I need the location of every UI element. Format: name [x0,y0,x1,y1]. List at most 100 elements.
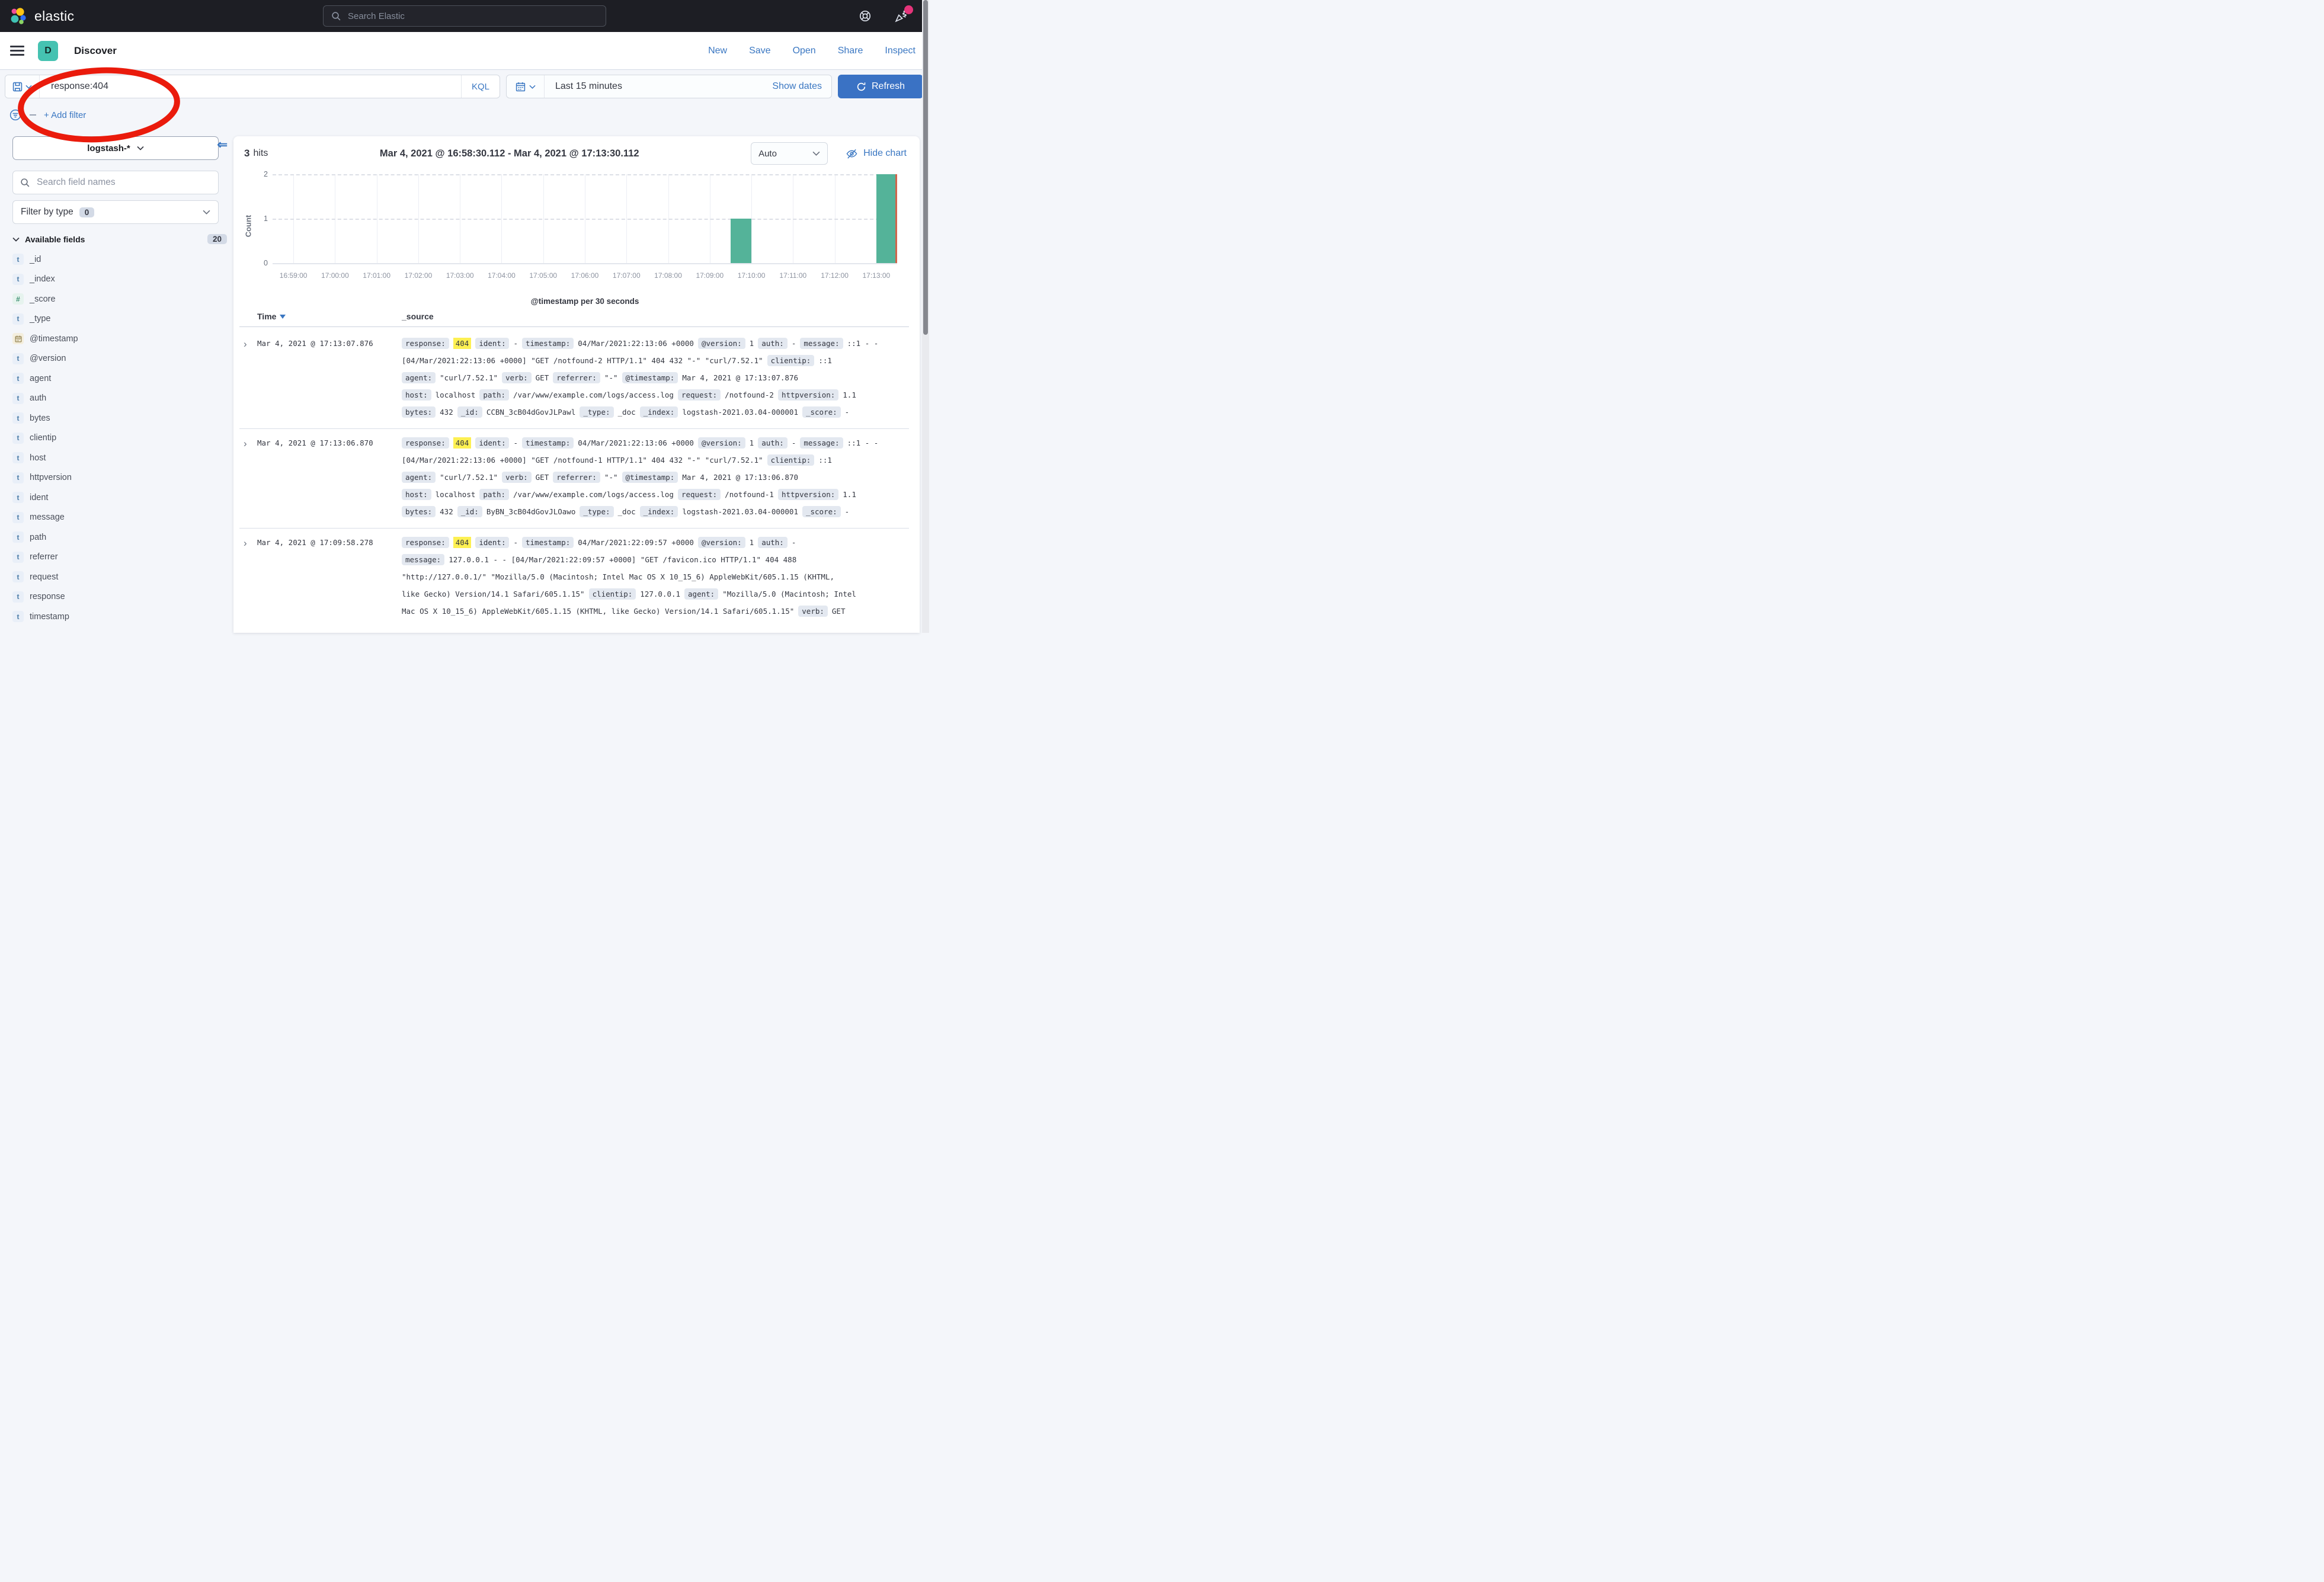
field-value: 432 [440,507,453,516]
top-navigation-bar: elastic Search Elastic [0,0,929,32]
saved-query-menu-button[interactable] [5,75,40,98]
field-badge: auth: [758,338,788,349]
field-badge: _score: [802,506,841,517]
help-icon[interactable] [859,9,872,23]
x-tick-label: 17:03:00 [446,271,474,280]
field-badge: _score: [802,406,841,418]
show-dates-button[interactable]: Show dates [772,75,831,98]
index-pattern-label: logstash-* [87,143,130,153]
field-item-response[interactable]: tresponse [12,587,233,607]
table-row: ›Mar 4, 2021 @ 17:09:58.278response:404i… [239,528,909,627]
inspect-button[interactable]: Inspect [885,46,915,56]
query-text[interactable]: response:404 [40,75,108,98]
chart-plot-area[interactable]: 012 [273,174,897,264]
source-line: bytes:432_id:ByBN_3cB04dGovJLOawo_type:_… [402,503,909,520]
row-source: response:404ident:-timestamp:04/Mar/2021… [402,534,909,620]
field-value: 127.0.0.1 - - [04/Mar/2021:22:09:57 +000… [449,555,796,564]
field-item-agent[interactable]: tagent [12,369,233,389]
open-button[interactable]: Open [793,46,816,56]
field-item-auth[interactable]: tauth [12,389,233,409]
elastic-logo[interactable]: elastic [9,7,74,25]
interval-select[interactable]: Auto [751,142,828,165]
field-value: GET [832,607,846,616]
field-item-@version[interactable]: t@version [12,349,233,369]
field-item-@timestamp[interactable]: @timestamp [12,329,233,349]
expand-row-icon[interactable]: › [239,534,257,620]
collapse-sidebar-icon[interactable]: ⇐ [217,139,228,151]
field-search-input[interactable]: Search field names [12,171,219,194]
available-fields-header[interactable]: Available fields 20 [12,234,227,244]
field-value: "-" [604,473,618,482]
field-item-_index[interactable]: t_index [12,270,233,290]
field-value: 1.1 [843,490,856,499]
field-value: GET [536,473,549,482]
filter-by-type-dropdown[interactable]: Filter by type 0 [12,200,219,224]
global-search-input[interactable]: Search Elastic [323,5,606,27]
date-quick-select-button[interactable] [507,75,545,98]
field-value: ::1 - - [847,438,879,447]
field-value: - [845,507,850,516]
field-item-httpversion[interactable]: thttpversion [12,468,233,488]
field-badge: _type: [580,406,613,418]
x-tick-label: 17:10:00 [738,271,766,280]
x-tick-label: 17:12:00 [821,271,849,280]
field-item-ident[interactable]: tident [12,488,233,508]
field-item-timestamp[interactable]: ttimestamp [12,607,233,627]
histogram-bar[interactable] [731,219,751,263]
field-item-_id[interactable]: t_id [12,249,233,270]
source-line: message:127.0.0.1 - - [04/Mar/2021:22:09… [402,551,909,568]
kql-button[interactable]: KQL [461,75,500,98]
field-item-_type[interactable]: t_type [12,309,233,329]
field-item-_score[interactable]: #_score [12,289,233,309]
save-button[interactable]: Save [749,46,770,56]
refresh-button[interactable]: Refresh [838,75,923,98]
query-input[interactable]: response:404 KQL [5,75,500,98]
expand-row-icon[interactable]: › [239,434,257,520]
field-name: bytes [30,414,50,423]
time-range-display: Mar 4, 2021 @ 16:58:30.112 - Mar 4, 2021… [268,148,751,159]
field-badge: auth: [758,437,788,449]
fields-list: t_idt_index#_scoret_type@timestampt@vers… [12,249,233,627]
hide-chart-button[interactable]: Hide chart [846,148,907,160]
histogram-bar[interactable] [876,174,897,263]
field-value: logstash-2021.03.04-000001 [682,408,798,417]
field-value: localhost [436,390,476,399]
field-item-message[interactable]: tmessage [12,508,233,528]
field-item-bytes[interactable]: tbytes [12,408,233,428]
field-badge: verb: [502,472,532,483]
source-line: host:localhostpath:/var/www/example.com/… [402,386,909,403]
expand-row-icon[interactable]: › [239,335,257,421]
field-item-request[interactable]: trequest [12,567,233,587]
menu-icon[interactable] [10,46,24,56]
field-item-host[interactable]: thost [12,448,233,468]
text-field-icon: t [12,531,24,543]
field-badge: path: [479,389,509,401]
field-value: 04/Mar/2021:22:13:06 +0000 [578,438,694,447]
hits-label: hits [253,148,268,159]
field-badge: clientip: [767,355,815,366]
filter-options-icon[interactable] [9,108,22,121]
sort-descending-icon [280,315,286,319]
field-item-referrer[interactable]: treferrer [12,547,233,568]
add-filter-button[interactable]: + Add filter [44,110,86,120]
scrollbar-thumb[interactable] [923,0,928,335]
time-range-value[interactable]: Last 15 minutes [545,75,622,98]
field-badge: clientip: [589,588,636,600]
field-value: 127.0.0.1 [640,590,680,598]
field-item-clientip[interactable]: tclientip [12,428,233,449]
field-badge: bytes: [402,506,436,517]
field-name: _score [30,294,56,304]
scrollbar[interactable] [922,0,929,633]
x-axis-label: @timestamp per 30 seconds [273,297,897,306]
field-value: Mar 4, 2021 @ 17:13:06.870 [682,473,798,482]
share-button[interactable]: Share [838,46,863,56]
source-column-header: _source [402,312,909,321]
time-column-header[interactable]: Time [257,312,402,321]
new-button[interactable]: New [708,46,727,56]
field-item-path[interactable]: tpath [12,527,233,547]
eye-slash-icon [846,148,858,160]
newsfeed-icon[interactable] [894,9,908,23]
x-tick-label: 16:59:00 [280,271,308,280]
index-pattern-selector[interactable]: logstash-* [12,136,219,160]
field-badge: message: [800,338,843,349]
